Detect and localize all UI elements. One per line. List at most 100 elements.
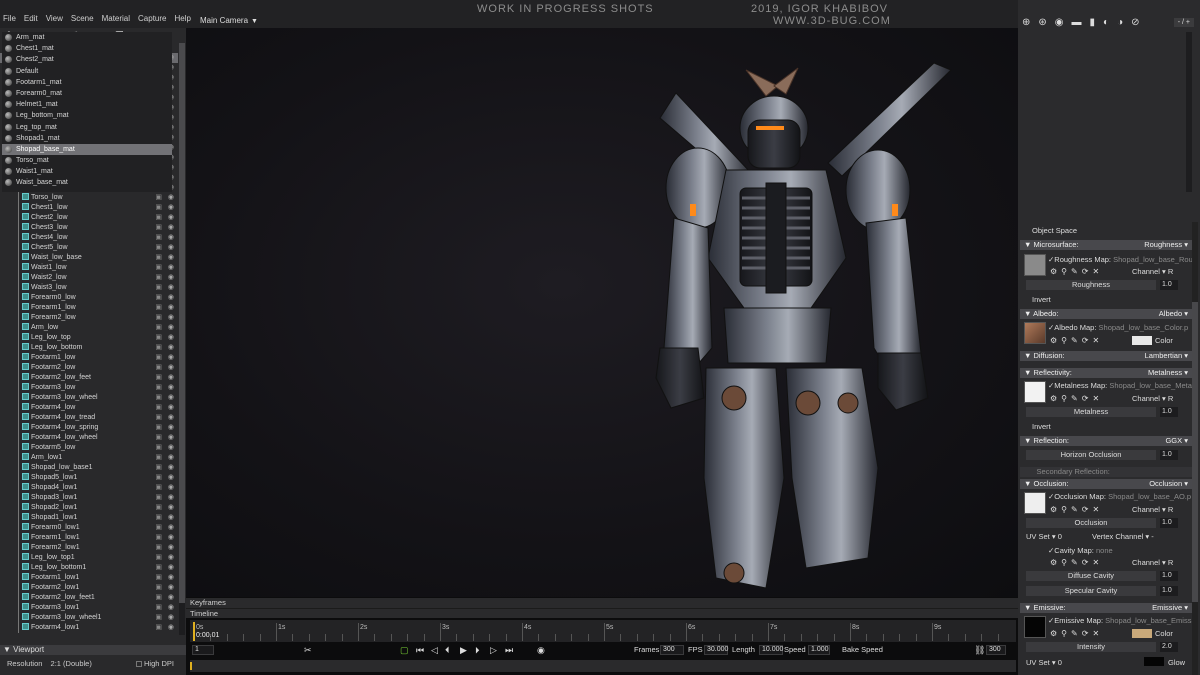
metalness-map-thumbnail[interactable] [1024, 381, 1046, 403]
visibility-eye-icon[interactable]: ◉ [168, 463, 174, 473]
timeline-scrubber[interactable] [190, 660, 1016, 672]
timeline-header[interactable]: Timeline [186, 608, 1018, 618]
tree-item[interactable]: Footarm4_low1 ▣ ◉ [0, 623, 178, 633]
tree-item[interactable]: Torso_low ▣ ◉ [0, 193, 178, 203]
occlusion-channel[interactable]: Channel ▾ R [1132, 505, 1173, 514]
lock-icon[interactable]: ▣ [155, 473, 162, 483]
prev-key-icon[interactable]: ⏴ [445, 643, 450, 657]
lock-icon[interactable]: ▣ [155, 493, 162, 503]
menu-view[interactable]: View [46, 14, 63, 23]
metalness-channel[interactable]: Channel ▾ R [1132, 394, 1173, 403]
tree-item[interactable]: Waist_low_base ▣ ◉ [0, 253, 178, 263]
visibility-eye-icon[interactable]: ◉ [168, 373, 174, 383]
scene-scroll-thumb[interactable] [179, 43, 185, 603]
roughness-map-actions[interactable]: ⚙⚲✎⟳✕ [1050, 267, 1103, 276]
roughness-invert[interactable]: Invert [1032, 295, 1051, 304]
scrubber-playhead[interactable] [190, 662, 192, 670]
lock-icon[interactable]: ▣ [155, 303, 162, 313]
metalness-slider[interactable]: Metalness [1026, 407, 1156, 417]
loop-icon[interactable]: ▢ [400, 643, 409, 657]
tree-item[interactable]: Arm_low1 ▣ ◉ [0, 453, 178, 463]
lock-icon[interactable]: ▣ [155, 403, 162, 413]
tree-item[interactable]: Shopad3_low1 ▣ ◉ [0, 493, 178, 503]
play-icon[interactable]: ▶ [460, 643, 467, 657]
material-item[interactable]: Leg_bottom_mat [2, 110, 172, 121]
lock-icon[interactable]: ▣ [155, 533, 162, 543]
material-item[interactable]: Chest2_mat [2, 54, 172, 65]
menu-file[interactable]: File [3, 14, 16, 23]
tree-item[interactable]: Footarm3_low_wheel ▣ ◉ [0, 393, 178, 403]
visibility-eye-icon[interactable]: ◉ [168, 513, 174, 523]
visibility-eye-icon[interactable]: ◉ [168, 433, 174, 443]
add-material-icon[interactable]: ⊕ [1022, 17, 1030, 28]
visibility-eye-icon[interactable]: ◉ [168, 543, 174, 553]
visibility-eye-icon[interactable]: ◉ [168, 473, 174, 483]
tree-item[interactable]: Forearm0_low ▣ ◉ [0, 293, 178, 303]
lock-icon[interactable]: ▣ [155, 483, 162, 493]
tree-item[interactable]: Footarm3_low_wheel1 ▣ ◉ [0, 613, 178, 623]
visibility-eye-icon[interactable]: ◉ [168, 413, 174, 423]
visibility-eye-icon[interactable]: ◉ [168, 293, 174, 303]
visibility-eye-icon[interactable]: ◉ [168, 193, 174, 203]
occlusion-value[interactable]: 1.0 [1160, 518, 1178, 528]
tree-item[interactable]: Shopad2_low1 ▣ ◉ [0, 503, 178, 513]
visibility-eye-icon[interactable]: ◉ [168, 273, 174, 283]
roughness-value[interactable]: 1.0 [1160, 280, 1178, 290]
visibility-eye-icon[interactable]: ◉ [168, 233, 174, 243]
roughness-map-file[interactable]: Shopad_low_base_Rou [1113, 255, 1193, 264]
refresh-icon[interactable]: ◑ [1117, 17, 1123, 28]
visibility-eye-icon[interactable]: ◉ [168, 563, 174, 573]
material-sphere-icon[interactable]: ◉ [1055, 17, 1064, 28]
skip-start-icon[interactable]: ⏮ [416, 643, 424, 657]
lock-icon[interactable]: ▣ [155, 583, 162, 593]
material-item[interactable]: Arm_mat [2, 32, 172, 43]
diffusion-mode-dropdown[interactable]: Lambertian ▾ [1145, 351, 1188, 361]
properties-scroll-thumb[interactable] [1192, 302, 1198, 602]
lock-icon[interactable]: ▣ [155, 383, 162, 393]
lock-icon[interactable]: ▣ [155, 293, 162, 303]
lock-icon[interactable]: ▣ [155, 503, 162, 513]
material-count-toggle[interactable]: - / + [1173, 17, 1194, 27]
lock-icon[interactable]: ▣ [155, 623, 162, 633]
link-icon[interactable]: ⛓ [974, 643, 985, 657]
emissive-section[interactable]: ▼ Emissive: Emissive ▾ [1020, 603, 1192, 613]
tree-item[interactable]: Footarm5_low ▣ ◉ [0, 443, 178, 453]
menu-capture[interactable]: Capture [138, 14, 166, 23]
lock-icon[interactable]: ▣ [155, 213, 162, 223]
albedo-mode-dropdown[interactable]: Albedo ▾ [1159, 309, 1188, 319]
tree-item[interactable]: Forearm1_low ▣ ◉ [0, 303, 178, 313]
lock-icon[interactable]: ▣ [155, 253, 162, 263]
reflectivity-mode-dropdown[interactable]: Metalness ▾ [1148, 368, 1188, 378]
material-item[interactable]: Shopad_base_mat [2, 143, 172, 156]
visibility-eye-icon[interactable]: ◉ [168, 313, 174, 323]
tree-item[interactable]: Leg_low_bottom ▣ ◉ [0, 343, 178, 353]
secondary-reflection-section[interactable]: Secondary Reflection: [1020, 467, 1192, 477]
material-item[interactable]: Shopad1_mat [2, 133, 172, 144]
menu-edit[interactable]: Edit [24, 14, 38, 23]
lock-icon[interactable]: ▣ [155, 593, 162, 603]
pin-icon[interactable]: ✂ [304, 643, 312, 657]
lock-icon[interactable]: ▣ [155, 343, 162, 353]
emissive-mode-dropdown[interactable]: Emissive ▾ [1152, 603, 1188, 613]
tree-item[interactable]: Waist3_low ▣ ◉ [0, 283, 178, 293]
occlusion-map-file[interactable]: Shopad_low_base_AO.p [1108, 492, 1191, 501]
lock-icon[interactable]: ▣ [155, 243, 162, 253]
material-item[interactable]: Waist_base_mat [2, 177, 172, 188]
scene-scrollbar[interactable] [179, 43, 185, 635]
visibility-eye-icon[interactable]: ◉ [168, 573, 174, 583]
intensity-slider[interactable]: Intensity [1026, 642, 1156, 652]
lock-icon[interactable]: ▣ [155, 263, 162, 273]
tree-item[interactable]: Footarm2_low_feet ▣ ◉ [0, 373, 178, 383]
visibility-eye-icon[interactable]: ◉ [168, 603, 174, 613]
cavity-map-actions[interactable]: ⚙⚲✎⟳✕ [1050, 558, 1103, 567]
viewport-section-header[interactable]: ▼ Viewport [0, 645, 186, 655]
viewport-3d[interactable] [186, 28, 1018, 597]
visibility-eye-icon[interactable]: ◉ [168, 583, 174, 593]
reflectivity-section[interactable]: ▼ Reflectivity: Metalness ▾ [1020, 368, 1192, 378]
vertex-channel[interactable]: Vertex Channel ▾ - [1092, 532, 1154, 541]
albedo-map-file[interactable]: Shopad_low_base_Color.p [1099, 323, 1189, 332]
visibility-eye-icon[interactable]: ◉ [168, 343, 174, 353]
lock-icon[interactable]: ▣ [155, 453, 162, 463]
speed-input[interactable]: 1.000 [808, 645, 830, 655]
reflection-mode-dropdown[interactable]: GGX ▾ [1165, 436, 1188, 446]
